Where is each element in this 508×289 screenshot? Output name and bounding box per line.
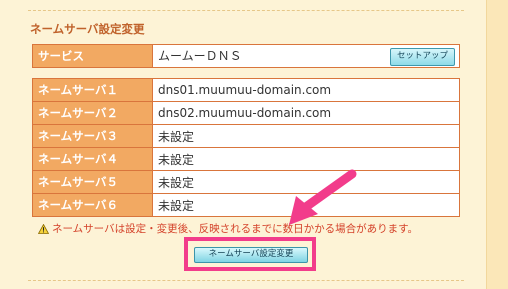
pointer-arrow: [289, 169, 357, 225]
divider-bottom: [28, 280, 464, 281]
